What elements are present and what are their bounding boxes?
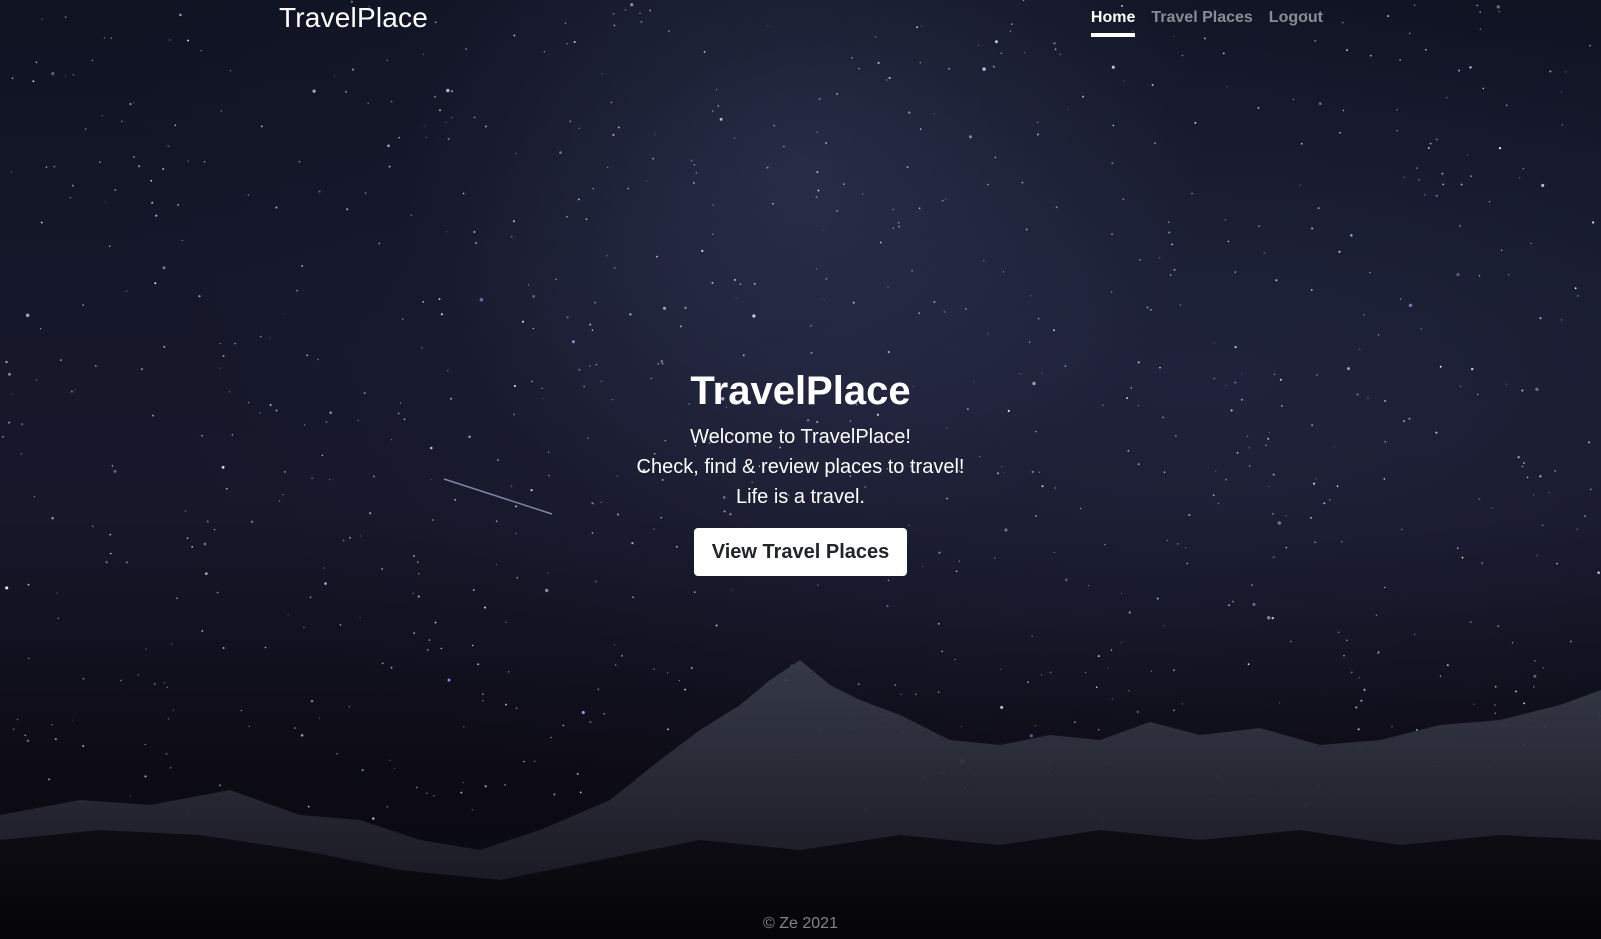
hero-title: TravelPlace bbox=[690, 369, 911, 413]
view-travel-places-button[interactable]: View Travel Places bbox=[693, 528, 908, 576]
footer: © Ze 2021 bbox=[0, 915, 1601, 933]
nav-link-logout[interactable]: Logout bbox=[1269, 8, 1323, 37]
hero-welcome-line: Welcome to TravelPlace! bbox=[690, 426, 911, 448]
copyright-text: © Ze 2021 bbox=[763, 915, 838, 932]
hero-tagline: Check, find & review places to travel! bbox=[636, 456, 965, 478]
hero-motto: Life is a travel. bbox=[736, 486, 865, 508]
nav-link-home[interactable]: Home bbox=[1090, 8, 1136, 37]
brand-logo[interactable]: TravelPlace bbox=[279, 2, 428, 34]
nav-links: Home Travel Places Logout bbox=[1090, 8, 1323, 37]
hero-lead: Welcome to TravelPlace! Check, find & re… bbox=[0, 422, 1601, 512]
hero-section: TravelPlace Welcome to TravelPlace! Chec… bbox=[0, 368, 1601, 576]
navbar: TravelPlace Home Travel Places Logout bbox=[0, 0, 1601, 40]
nav-link-travel-places[interactable]: Travel Places bbox=[1151, 8, 1252, 37]
